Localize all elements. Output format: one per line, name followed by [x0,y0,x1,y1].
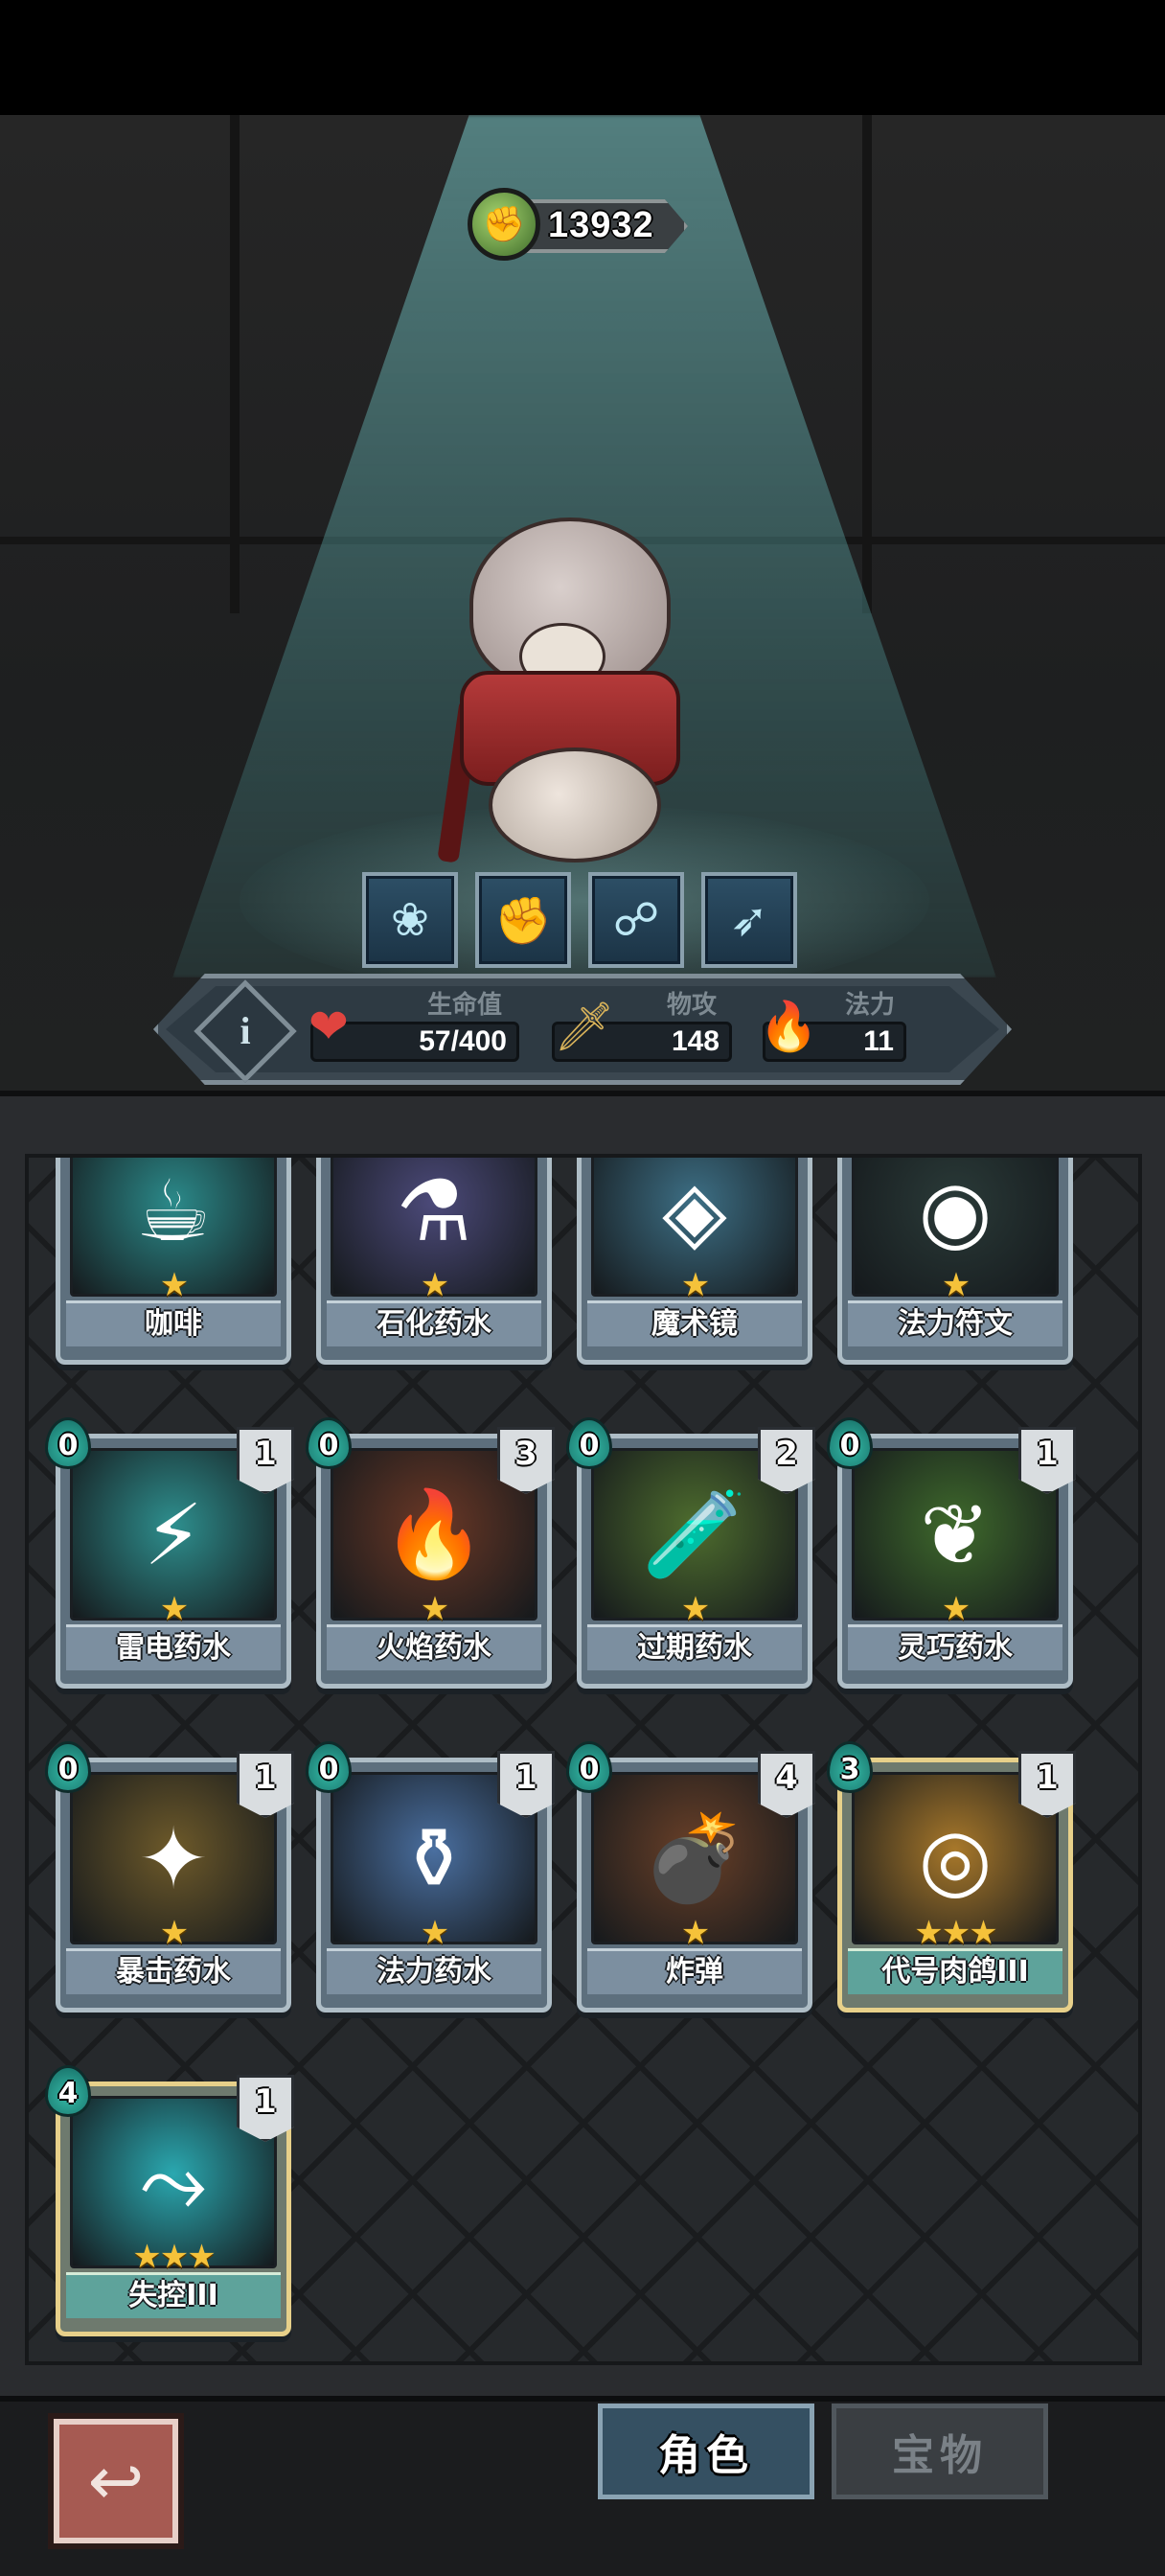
card-name: 炸弹 [587,1948,802,1994]
card-stars: ★ [420,1914,449,1952]
card-name: 雷电药水 [66,1624,281,1670]
card-cost-badge: 0 [306,1741,352,1793]
frost-rose-skill-icon[interactable]: ❀ [362,872,458,968]
deck-card[interactable]: ◉ ★ 法力符文 [837,1158,1073,1365]
back-arrow-icon: ↩ [87,2442,145,2520]
blue-flame-icon: 🔥 [759,999,819,1054]
card-stars: ★ [159,1266,189,1304]
card-stars: ★ [680,1914,710,1952]
player-character[interactable] [437,518,709,872]
card-stars: ★★★ [132,2238,216,2276]
twins-skill-icon[interactable]: ☍ [588,872,684,968]
deck-card[interactable]: ⚡ ★ 雷电药水 0 1 [45,1417,294,1689]
card-name: 咖啡 [66,1300,281,1346]
deck-card[interactable]: 🧪 ★ 过期药水 0 2 [566,1417,815,1689]
currency-display: ✊ 13932 [468,188,694,264]
deck-card[interactable]: 🔥 ★ 火焰药水 0 3 [306,1417,555,1689]
card-name: 石化药水 [327,1300,541,1346]
back-button[interactable]: ↩ [54,2419,178,2543]
card-cost-badge: 0 [566,1417,612,1469]
card-stars: ★ [420,1590,449,1628]
deck-card[interactable]: ◎ ★★★ 代号肉鸽III 3 1 [827,1741,1076,2012]
deck-card[interactable]: ❦ ★ 灵巧药水 0 1 [827,1417,1076,1689]
heart-icon: ❤ [308,999,349,1054]
card-stars: ★ [680,1266,710,1304]
flex-arm-skill-icon[interactable]: ✊ [475,872,571,968]
deck-card[interactable]: ☕ ★ 咖啡 [56,1158,291,1365]
sword-icon: 🗡 [554,999,615,1054]
card-cost-badge: 3 [827,1741,873,1793]
card-name: 过期药水 [587,1624,802,1670]
tab-treasure[interactable]: 宝物 [832,2404,1048,2499]
card-name: 代号肉鸽III [848,1948,1062,1994]
card-cost-badge: 0 [306,1417,352,1469]
character-body [489,748,661,862]
deck-card[interactable]: ⚗ ★ 石化药水 [316,1158,552,1365]
card-stars: ★★★ [914,1914,997,1952]
deck-card[interactable]: ⤳ ★★★ 失控III 4 1 [45,2065,294,2336]
currency-value: 13932 [548,205,654,245]
card-cost-badge: 0 [566,1741,612,1793]
card-stars: ★ [159,1914,189,1952]
dash-skill-icon[interactable]: ➶ [701,872,797,968]
skill-bar: ❀ ✊ ☍ ➶ [362,872,797,968]
deck-card[interactable]: ✦ ★ 暴击药水 0 1 [45,1741,294,2012]
card-cost-badge: 0 [45,1417,91,1469]
deck-card[interactable]: ◈ ★ 魔术镜 [577,1158,812,1365]
card-stars: ★ [159,1590,189,1628]
card-cost-badge: 0 [827,1417,873,1469]
card-stars: ★ [941,1590,971,1628]
attack-label: 物攻 [667,991,718,1020]
card-name: 火焰药水 [327,1624,541,1670]
card-cost-badge: 0 [45,1741,91,1793]
card-name: 法力药水 [327,1948,541,1994]
card-name: 法力符文 [848,1300,1062,1346]
deck-card[interactable]: 💣 ★ 炸弹 0 4 [566,1741,815,2012]
card-name: 灵巧药水 [848,1624,1062,1670]
deck-card[interactable]: ⚱ ★ 法力药水 0 1 [306,1741,555,2012]
card-stars: ★ [420,1266,449,1304]
card-stars: ★ [680,1590,710,1628]
card-cost-badge: 4 [45,2065,91,2117]
tab-character[interactable]: 角色 [598,2404,814,2499]
card-name: 失控III [66,2272,281,2318]
green-gem-icon: ✊ [468,188,540,261]
card-stars: ★ [941,1266,971,1304]
card-name: 暴击药水 [66,1948,281,1994]
info-icon: i [240,1009,251,1052]
mana-label: 法力 [845,991,896,1020]
hp-label: 生命值 [427,991,503,1020]
top-status-bar [0,0,1165,115]
card-grid[interactable]: ☕ ★ 咖啡 ⚗ ★ 石化药水 ◈ ★ 魔术镜 ◉ ★ 法力符文 ⚡ ★ 雷电药水 0 1 🔥 ★ 火焰药水 0 3 🧪 ★ 过… [25,1154,1142,2365]
card-name: 魔术镜 [587,1300,802,1346]
